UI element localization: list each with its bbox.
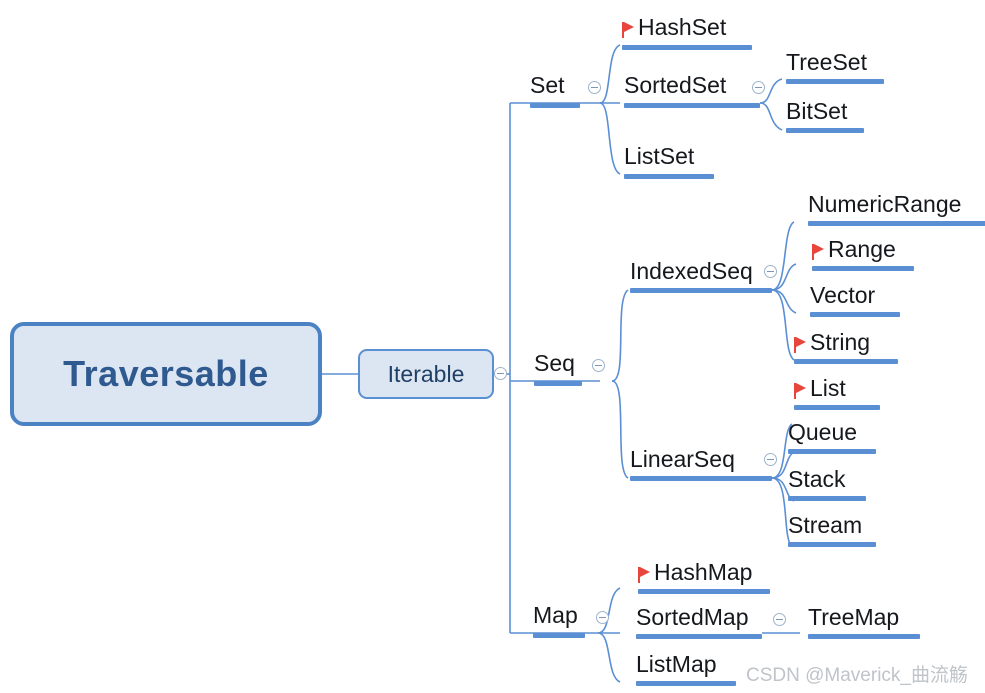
node-linearseq-label: LinearSeq	[630, 446, 735, 472]
node-treemap[interactable]: TreeMap	[808, 604, 920, 639]
node-vector[interactable]: Vector	[810, 282, 900, 317]
node-stream[interactable]: Stream	[788, 512, 876, 547]
red-flag-icon	[622, 21, 635, 38]
node-indexedseq-label: IndexedSeq	[630, 258, 753, 284]
mindmap-canvas: Traversable Iterable Set Seq Map HashSet…	[0, 0, 985, 693]
node-numericrange[interactable]: NumericRange	[808, 191, 985, 226]
node-stack-bar	[788, 496, 866, 501]
node-map-bar	[533, 633, 585, 638]
collapse-toggle-sortedmap[interactable]	[773, 613, 786, 626]
node-sortedset[interactable]: SortedSet	[624, 72, 760, 108]
node-listset-label: ListSet	[624, 143, 695, 169]
node-hashmap-bar	[638, 589, 770, 594]
node-bitset[interactable]: BitSet	[786, 98, 864, 133]
node-iterable[interactable]: Iterable	[358, 349, 494, 399]
red-flag-icon	[638, 566, 651, 583]
node-treeset[interactable]: TreeSet	[786, 49, 884, 84]
node-string[interactable]: String	[794, 329, 898, 364]
node-listset[interactable]: ListSet	[624, 143, 714, 179]
node-stream-label: Stream	[788, 512, 863, 538]
node-hashset-label: HashSet	[638, 14, 727, 40]
node-hashset[interactable]: HashSet	[622, 14, 752, 50]
node-map-label: Map	[533, 602, 578, 628]
collapse-toggle-set[interactable]	[588, 81, 601, 94]
node-listmap-bar	[636, 681, 736, 686]
node-string-bar	[794, 359, 898, 364]
node-string-label: String	[810, 329, 871, 355]
collapse-toggle-indexedseq[interactable]	[764, 265, 777, 278]
node-listmap-label: ListMap	[636, 651, 717, 677]
node-numericrange-bar	[808, 221, 985, 226]
root-node-label: Traversable	[63, 353, 269, 394]
node-stack[interactable]: Stack	[788, 466, 866, 501]
collapse-toggle-sortedset[interactable]	[752, 81, 765, 94]
node-sortedmap[interactable]: SortedMap	[636, 604, 762, 639]
node-linearseq[interactable]: LinearSeq	[630, 446, 772, 481]
node-stream-bar	[788, 542, 876, 547]
node-listmap[interactable]: ListMap	[636, 651, 736, 686]
node-range-bar	[812, 266, 914, 271]
node-indexedseq-bar	[630, 288, 772, 293]
node-sortedset-label: SortedSet	[624, 72, 727, 98]
collapse-toggle-linearseq[interactable]	[764, 453, 777, 466]
node-hashmap[interactable]: HashMap	[638, 559, 770, 594]
node-hashset-bar	[622, 45, 752, 50]
node-list-label: List	[810, 375, 846, 401]
node-map[interactable]: Map	[533, 602, 585, 638]
collapse-toggle-map[interactable]	[596, 611, 609, 624]
node-range[interactable]: Range	[812, 236, 914, 271]
node-iterable-label: Iterable	[387, 360, 465, 387]
node-set-bar	[530, 103, 580, 108]
collapse-toggle-seq[interactable]	[592, 359, 605, 372]
node-hashmap-label: HashMap	[654, 559, 753, 585]
node-treeset-label: TreeSet	[786, 49, 867, 75]
node-numericrange-label: NumericRange	[808, 191, 962, 217]
red-flag-icon	[794, 382, 807, 399]
node-bitset-label: BitSet	[786, 98, 848, 124]
node-indexedseq[interactable]: IndexedSeq	[630, 258, 772, 293]
node-list[interactable]: List	[794, 375, 880, 410]
node-sortedmap-bar	[636, 634, 762, 639]
node-seq-label: Seq	[534, 350, 575, 376]
node-vector-bar	[810, 312, 900, 317]
collapse-toggle-iterable[interactable]	[494, 367, 507, 380]
node-treeset-bar	[786, 79, 884, 84]
root-node-traversable[interactable]: Traversable	[10, 322, 322, 426]
node-queue-bar	[788, 449, 876, 454]
node-treemap-label: TreeMap	[808, 604, 900, 630]
node-seq[interactable]: Seq	[534, 350, 582, 386]
node-vector-label: Vector	[810, 282, 876, 308]
node-range-label: Range	[828, 236, 896, 262]
node-sortedset-bar	[624, 103, 760, 108]
node-listset-bar	[624, 174, 714, 179]
node-bitset-bar	[786, 128, 864, 133]
node-sortedmap-label: SortedMap	[636, 604, 749, 630]
node-seq-bar	[534, 381, 582, 386]
node-treemap-bar	[808, 634, 920, 639]
node-linearseq-bar	[630, 476, 772, 481]
node-queue-label: Queue	[788, 419, 858, 445]
node-queue[interactable]: Queue	[788, 419, 876, 454]
red-flag-icon	[794, 336, 807, 353]
node-list-bar	[794, 405, 880, 410]
node-set[interactable]: Set	[530, 72, 580, 108]
watermark-text: CSDN @Maverick_曲流觞	[746, 665, 968, 686]
node-set-label: Set	[530, 72, 565, 98]
node-stack-label: Stack	[788, 466, 846, 492]
red-flag-icon	[812, 243, 825, 260]
